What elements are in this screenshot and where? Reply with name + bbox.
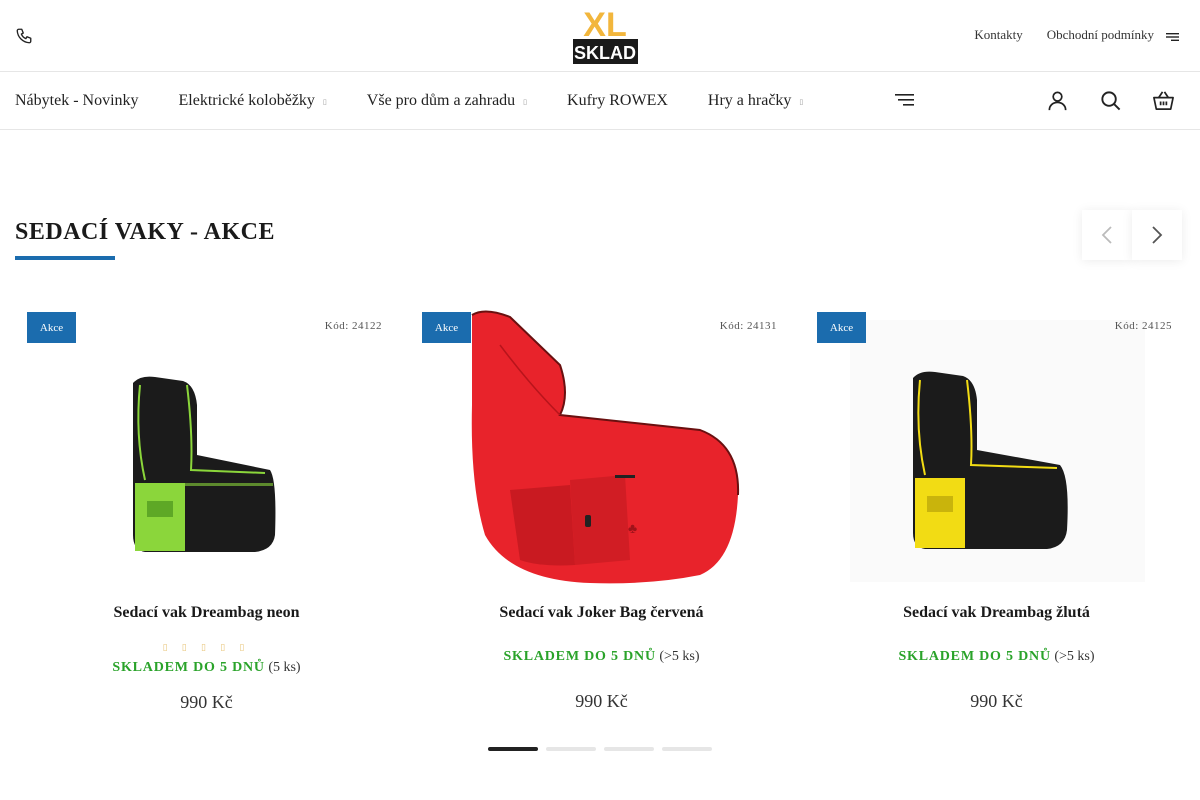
cart-icon[interactable]: [1152, 89, 1175, 112]
product-carousel: Akce Kód: 24122 Sedací vak Dreambag neon…: [15, 305, 1185, 725]
stock-count: (5 ks): [268, 660, 301, 675]
nav-item-hry-a-hracky[interactable]: Hry a hračky ▯: [708, 92, 803, 110]
phone-icon[interactable]: [15, 27, 33, 45]
nav-item-dum-a-zahrada[interactable]: Vše pro dům a zahradu ▯: [367, 92, 527, 110]
user-icon[interactable]: [1046, 89, 1069, 112]
product-card[interactable]: Akce Kód: 24131 ♣ Sedací vak Joker Bag č…: [410, 305, 793, 725]
prev-button[interactable]: [1082, 210, 1132, 260]
nav-item-elektricke-kolobezky[interactable]: Elektrické koloběžky ▯: [179, 92, 327, 110]
logo-sklad: SKLAD: [574, 43, 636, 63]
title-underline: [15, 256, 115, 260]
carousel-arrows: [1082, 210, 1182, 260]
sale-badge: Akce: [817, 312, 866, 343]
nav-label: Kufry ROWEX: [567, 92, 668, 109]
stock-status: SKLADEM DO 5 DNŮ (5 ks): [15, 660, 398, 676]
stock-status: SKLADEM DO 5 DNŮ (>5 ks): [410, 649, 793, 665]
link-kontakty[interactable]: Kontakty: [974, 27, 1022, 43]
pagination-dot[interactable]: [662, 747, 712, 751]
rating-stars: ▯ ▯ ▯ ▯ ▯: [162, 642, 251, 652]
nav-items: Nábytek - Novinky Elektrické koloběžky ▯…: [15, 72, 803, 130]
chevron-down-icon: ▯: [523, 98, 528, 106]
product-image[interactable]: [805, 305, 1188, 585]
top-links: Kontakty Obchodní podmínky: [974, 27, 1154, 43]
chevron-left-icon: [1101, 226, 1112, 244]
product-name[interactable]: Sedací vak Dreambag neon: [15, 604, 398, 622]
stock-count: (>5 ks): [659, 649, 700, 664]
product-card[interactable]: Akce Kód: 24125 Sedací vak Dreambag žlut…: [805, 305, 1188, 725]
product-code: Kód: 24122: [324, 320, 382, 332]
nav-label: Hry a hračky: [707, 92, 792, 109]
stock-label: SKLADEM DO 5 DNŮ: [112, 660, 265, 675]
nav-label: Nábytek - Novinky: [15, 92, 139, 109]
top-bar: XL SKLAD Kontakty Obchodní podmínky: [0, 0, 1200, 72]
sale-badge: Akce: [422, 312, 471, 343]
product-price: 990 Kč: [575, 691, 628, 711]
product-code: Kód: 24125: [1114, 320, 1172, 332]
nav-item-nabytek-novinky[interactable]: Nábytek - Novinky: [15, 92, 139, 110]
pagination-dot[interactable]: [604, 747, 654, 751]
stock-label: SKLADEM DO 5 DNŮ: [898, 649, 1051, 664]
nav-item-kufry-rowex[interactable]: Kufry ROWEX: [567, 92, 668, 110]
more-menu-icon[interactable]: [895, 91, 915, 109]
nav-label: Elektrické koloběžky: [178, 92, 315, 109]
chevron-down-icon: ▯: [799, 98, 804, 106]
stock-status: SKLADEM DO 5 DNŮ (>5 ks): [805, 649, 1188, 665]
nav-icons: [1046, 89, 1175, 112]
carousel-pagination: [488, 747, 712, 751]
stock-label: SKLADEM DO 5 DNŮ: [503, 649, 656, 664]
sale-badge: Akce: [27, 312, 76, 343]
next-button[interactable]: [1132, 210, 1182, 260]
site-logo[interactable]: XL SKLAD: [573, 4, 639, 66]
logo-xl: XL: [583, 6, 626, 44]
search-icon[interactable]: [1099, 89, 1122, 112]
product-image[interactable]: ♣: [410, 305, 793, 585]
stock-count: (>5 ks): [1054, 649, 1095, 664]
product-card[interactable]: Akce Kód: 24122 Sedací vak Dreambag neon…: [15, 305, 398, 725]
product-image[interactable]: [15, 305, 398, 585]
main-nav: Nábytek - Novinky Elektrické koloběžky ▯…: [0, 72, 1200, 130]
link-obchodni-podminky[interactable]: Obchodní podmínky: [1047, 27, 1154, 43]
svg-text:♣: ♣: [628, 520, 637, 536]
product-name[interactable]: Sedací vak Joker Bag červená: [410, 604, 793, 622]
pagination-dot[interactable]: [546, 747, 596, 751]
menu-icon[interactable]: [1166, 30, 1180, 42]
chevron-right-icon: [1152, 226, 1163, 244]
section-title: SEDACÍ VAKY - AKCE: [15, 219, 275, 245]
product-code: Kód: 24131: [719, 320, 777, 332]
product-price: 990 Kč: [970, 691, 1023, 711]
product-name[interactable]: Sedací vak Dreambag žlutá: [805, 604, 1188, 622]
product-price: 990 Kč: [180, 692, 233, 712]
pagination-dot[interactable]: [488, 747, 538, 751]
nav-label: Vše pro dům a zahradu: [366, 92, 516, 109]
chevron-down-icon: ▯: [322, 98, 327, 106]
